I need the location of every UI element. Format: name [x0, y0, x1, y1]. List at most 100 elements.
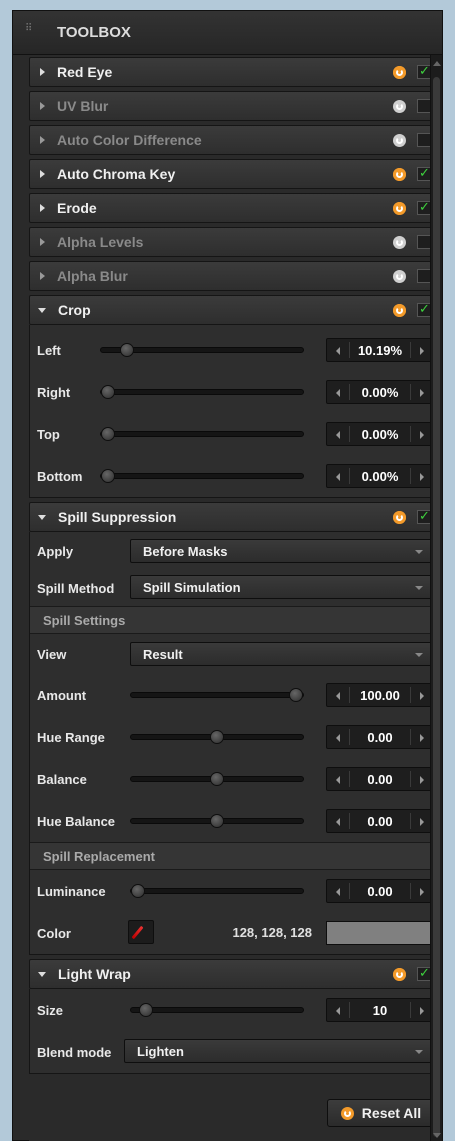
effect-header-auto-chroma-key[interactable]: Auto Chroma Key — [29, 159, 441, 189]
right-slider[interactable] — [100, 385, 304, 399]
hue-balance-value-field[interactable]: 0.00 — [326, 809, 434, 833]
size-slider[interactable] — [130, 1003, 304, 1017]
decrement-arrow-icon[interactable] — [336, 692, 340, 700]
effect-header-light-wrap[interactable]: Light Wrap — [29, 959, 441, 989]
left-slider[interactable] — [100, 343, 304, 357]
expand-arrow-icon[interactable] — [40, 272, 45, 280]
scroll-down-icon[interactable] — [433, 1133, 441, 1138]
enable-checkbox[interactable] — [417, 165, 431, 181]
bottom-slider[interactable] — [100, 469, 304, 483]
increment-arrow-icon[interactable] — [420, 818, 424, 826]
expand-arrow-icon[interactable] — [40, 102, 45, 110]
balance-value-field[interactable]: 0.00 — [326, 767, 434, 791]
eyedropper-button[interactable] — [128, 920, 154, 944]
decrement-arrow-icon[interactable] — [336, 347, 340, 355]
decrement-arrow-icon[interactable] — [336, 734, 340, 742]
effect-header-alpha-levels[interactable]: Alpha Levels — [29, 227, 441, 257]
reset-all-button[interactable]: Reset All — [327, 1099, 435, 1127]
increment-arrow-icon[interactable] — [420, 734, 424, 742]
decrement-arrow-icon[interactable] — [336, 1007, 340, 1015]
hue-range-value-field[interactable]: 0.00 — [326, 725, 434, 749]
slider-knob[interactable] — [101, 385, 115, 399]
slider-knob[interactable] — [120, 343, 134, 357]
color-swatch[interactable] — [326, 921, 434, 945]
param-value[interactable]: 10.19% — [349, 343, 411, 358]
expand-arrow-icon[interactable] — [40, 170, 45, 178]
luminance-value-field[interactable]: 0.00 — [326, 879, 434, 903]
enable-checkbox[interactable] — [417, 965, 431, 981]
effect-header-auto-color-difference[interactable]: Auto Color Difference — [29, 125, 441, 155]
enable-checkbox[interactable] — [417, 199, 431, 215]
param-value[interactable]: 0.00 — [349, 772, 411, 787]
top-value-field[interactable]: 0.00% — [326, 422, 434, 446]
reset-icon[interactable] — [393, 236, 406, 249]
reset-icon[interactable] — [393, 100, 406, 113]
collapse-arrow-icon[interactable] — [38, 971, 46, 977]
effect-header-crop[interactable]: Crop — [29, 295, 441, 325]
param-value[interactable]: 0.00 — [349, 814, 411, 829]
reset-icon[interactable] — [393, 270, 406, 283]
slider-knob[interactable] — [210, 730, 224, 744]
decrement-arrow-icon[interactable] — [336, 888, 340, 896]
reset-icon[interactable] — [393, 304, 406, 317]
size-value-field[interactable]: 10 — [326, 998, 434, 1022]
increment-arrow-icon[interactable] — [420, 888, 424, 896]
collapse-arrow-icon[interactable] — [38, 307, 46, 313]
collapse-arrow-icon[interactable] — [38, 514, 46, 520]
slider-knob[interactable] — [210, 772, 224, 786]
enable-checkbox[interactable] — [417, 269, 431, 283]
blend-mode-dropdown[interactable]: Lighten — [124, 1039, 434, 1063]
scrollbar[interactable] — [430, 55, 442, 1141]
decrement-arrow-icon[interactable] — [336, 473, 340, 481]
bottom-value-field[interactable]: 0.00% — [326, 464, 434, 488]
enable-checkbox[interactable] — [417, 63, 431, 79]
enable-checkbox[interactable] — [417, 133, 431, 147]
expand-arrow-icon[interactable] — [40, 238, 45, 246]
spill-method-dropdown[interactable]: Spill Simulation — [130, 575, 434, 599]
slider-knob[interactable] — [139, 1003, 153, 1017]
enable-checkbox[interactable] — [417, 235, 431, 249]
increment-arrow-icon[interactable] — [420, 473, 424, 481]
toolbox-titlebar[interactable]: ⠿ TOOLBOX — [13, 11, 442, 55]
decrement-arrow-icon[interactable] — [336, 776, 340, 784]
param-value[interactable]: 10 — [349, 1003, 411, 1018]
reset-icon[interactable] — [393, 134, 406, 147]
effect-header-alpha-blur[interactable]: Alpha Blur — [29, 261, 441, 291]
amount-value-field[interactable]: 100.00 — [326, 683, 434, 707]
slider-knob[interactable] — [210, 814, 224, 828]
slider-knob[interactable] — [131, 884, 145, 898]
expand-arrow-icon[interactable] — [40, 136, 45, 144]
left-value-field[interactable]: 10.19% — [326, 338, 434, 362]
scroll-up-icon[interactable] — [433, 61, 441, 66]
luminance-slider[interactable] — [130, 884, 304, 898]
hue-range-slider[interactable] — [130, 730, 304, 744]
effect-header-red-eye[interactable]: Red Eye — [29, 57, 441, 87]
apply-dropdown[interactable]: Before Masks — [130, 539, 434, 563]
effect-header-erode[interactable]: Erode — [29, 193, 441, 223]
increment-arrow-icon[interactable] — [420, 692, 424, 700]
param-value[interactable]: 0.00% — [349, 469, 411, 484]
view-dropdown[interactable]: Result — [130, 642, 434, 666]
effect-header-uv-blur[interactable]: UV Blur — [29, 91, 441, 121]
expand-arrow-icon[interactable] — [40, 204, 45, 212]
decrement-arrow-icon[interactable] — [336, 389, 340, 397]
drag-grip-icon[interactable]: ⠿ — [25, 24, 33, 40]
effect-header-spill-suppression[interactable]: Spill Suppression — [29, 502, 441, 532]
param-value[interactable]: 0.00 — [349, 884, 411, 899]
increment-arrow-icon[interactable] — [420, 1007, 424, 1015]
decrement-arrow-icon[interactable] — [336, 431, 340, 439]
param-value[interactable]: 100.00 — [349, 688, 411, 703]
scrollbar-thumb[interactable] — [433, 77, 440, 1137]
slider-knob[interactable] — [289, 688, 303, 702]
increment-arrow-icon[interactable] — [420, 389, 424, 397]
reset-icon[interactable] — [393, 968, 406, 981]
increment-arrow-icon[interactable] — [420, 776, 424, 784]
hue-balance-slider[interactable] — [130, 814, 304, 828]
increment-arrow-icon[interactable] — [420, 347, 424, 355]
param-value[interactable]: 0.00% — [349, 385, 411, 400]
slider-knob[interactable] — [101, 427, 115, 441]
enable-checkbox[interactable] — [417, 508, 431, 524]
reset-icon[interactable] — [393, 511, 406, 524]
amount-slider[interactable] — [130, 688, 304, 702]
balance-slider[interactable] — [130, 772, 304, 786]
